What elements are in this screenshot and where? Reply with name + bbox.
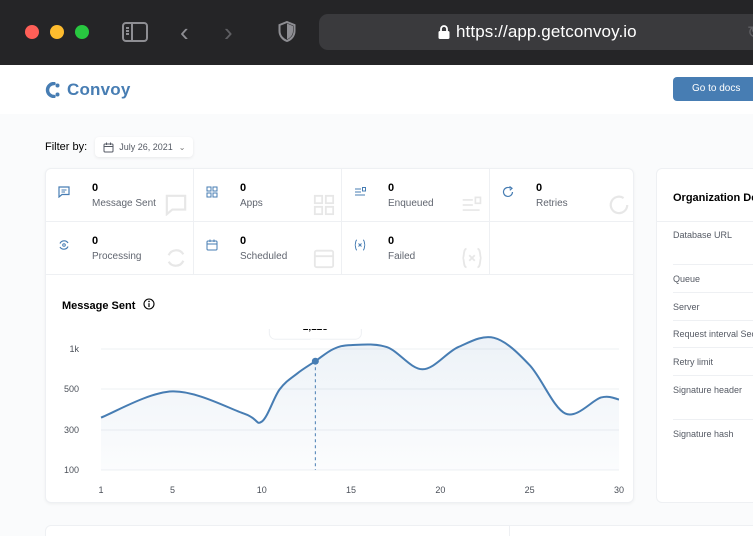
forward-icon[interactable]: › [224, 17, 233, 47]
organization-details-card: Organization Details Database URL Queue … [656, 168, 753, 503]
address-bar[interactable]: https://app.getconvoy.io ↻ [319, 14, 753, 50]
reload-icon[interactable]: ↻ [747, 23, 753, 43]
url-text: https://app.getconvoy.io [456, 22, 637, 41]
stat-value: 0 [92, 182, 99, 194]
stat-apps: 0 Apps [194, 169, 342, 222]
failed-icon [354, 238, 366, 256]
stat-value: 0 [92, 235, 99, 247]
stat-value: 0 [388, 182, 395, 194]
stat-retries: 0 Retries [490, 169, 633, 222]
processing-icon [58, 238, 70, 256]
app-header: Convoy Go to docs [0, 65, 753, 114]
stat-message-sent: 0 Message Sent [46, 169, 194, 222]
lock-icon [438, 25, 450, 44]
date-filter-button[interactable]: July 26, 2021 ⌄ [95, 137, 194, 157]
chart-header: Message Sent [62, 298, 155, 313]
app-main: Convoy Go to docs Filter by: July 26, 20… [0, 65, 753, 536]
close-window-button[interactable] [25, 25, 39, 39]
divider [673, 264, 753, 265]
tooltip-value: 2,123 [303, 329, 328, 333]
failed-icon [461, 247, 483, 274]
divider [673, 375, 753, 376]
organization-title: Organization Details [673, 192, 753, 204]
stat-value: 0 [240, 182, 247, 194]
x-tick-label: 5 [170, 485, 175, 495]
tooltip-arrow [310, 339, 321, 346]
stat-label: Retries [536, 198, 568, 209]
shield-icon[interactable] [278, 20, 296, 47]
org-row-signature-hash: Signature hash [673, 429, 734, 439]
chevron-down-icon: ⌄ [178, 142, 186, 152]
stat-label: Enqueued [388, 198, 434, 209]
retry-icon [502, 185, 514, 203]
grid-icon [206, 185, 218, 203]
stat-label: Failed [388, 251, 416, 262]
stat-enqueued: 0 Enqueued [342, 169, 490, 222]
queue-icon [354, 185, 367, 203]
chart-title: Message Sent [62, 299, 136, 312]
maximize-window-button[interactable] [75, 25, 89, 39]
calendar-icon [313, 247, 335, 274]
divider [509, 526, 510, 536]
grid-icon [313, 194, 335, 221]
x-tick-label: 20 [435, 485, 445, 495]
stat-label: Scheduled [240, 251, 288, 262]
divider [673, 419, 753, 420]
x-tick-label: 30 [614, 485, 624, 495]
stat-label: Apps [240, 198, 263, 209]
message-sent-chart: 1k5003001001510152025302,123 [64, 329, 624, 495]
org-row-queue: Queue [673, 274, 701, 284]
sidebar-toggle-icon[interactable] [122, 22, 148, 42]
x-tick-label: 25 [525, 485, 535, 495]
queue-icon [461, 194, 483, 221]
x-tick-label: 1 [98, 485, 103, 495]
message-icon [165, 194, 187, 221]
org-row-retry-limit: Retry limit [673, 357, 713, 367]
x-tick-label: 15 [346, 485, 356, 495]
message-icon [58, 185, 70, 203]
stat-value: 0 [536, 182, 543, 194]
stat-label: Processing [92, 251, 142, 262]
divider [657, 221, 753, 222]
y-tick-label: 300 [64, 425, 79, 435]
stat-value: 0 [388, 235, 395, 247]
dashboard-stats-card: 0 Message Sent 0 Apps 0 Enqueued 0 Retri… [45, 168, 634, 503]
stat-value: 0 [240, 235, 247, 247]
divider [673, 347, 753, 348]
org-row-signature-header: Signature header [673, 385, 743, 395]
brand-logo[interactable]: Convoy [45, 80, 131, 100]
back-icon[interactable]: ‹ [180, 17, 189, 47]
convoy-logo-icon [45, 82, 60, 98]
series-area [101, 337, 619, 470]
stat-empty [490, 222, 633, 275]
divider [673, 292, 753, 293]
filter-label: Filter by: [45, 141, 88, 153]
divider [673, 320, 753, 321]
x-tick-label: 10 [257, 485, 267, 495]
minimize-window-button[interactable] [50, 25, 64, 39]
highlight-point [311, 357, 319, 365]
y-tick-label: 500 [64, 384, 79, 394]
filter-bar: Filter by: July 26, 2021 ⌄ [45, 137, 194, 157]
brand-name: Convoy [67, 80, 131, 99]
stat-failed: 0 Failed [342, 222, 490, 275]
browser-toolbar: ‹ › https://app.getconvoy.io ↻ [0, 0, 753, 65]
go-to-docs-button[interactable]: Go to docs [673, 77, 753, 101]
y-tick-label: 100 [64, 465, 79, 475]
calendar-icon [206, 238, 218, 256]
y-tick-label: 1k [69, 344, 79, 354]
selected-date: July 26, 2021 [119, 142, 173, 152]
info-icon[interactable] [143, 298, 155, 313]
stat-scheduled: 0 Scheduled [194, 222, 342, 275]
bottom-panel [45, 525, 753, 536]
org-row-request-interval: Request interval Seconds [673, 329, 753, 339]
stat-label: Message Sent [92, 198, 156, 209]
stat-processing: 0 Processing [46, 222, 194, 275]
processing-icon [165, 247, 187, 274]
retry-icon [608, 194, 630, 221]
org-row-server: Server [673, 302, 700, 312]
calendar-icon [103, 142, 114, 152]
org-row-database-url: Database URL [673, 230, 733, 240]
